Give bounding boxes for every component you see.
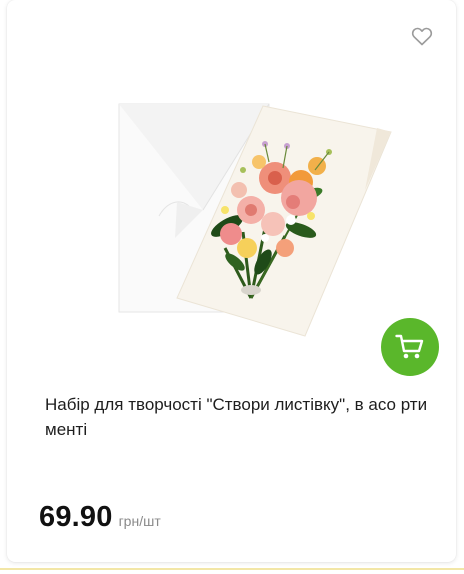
shopping-cart-icon <box>395 334 424 359</box>
price-block: 69.90 грн/шт <box>39 501 161 534</box>
product-title[interactable]: Набір для творчості "Створи листівку", в… <box>45 392 437 442</box>
heart-outline-icon <box>411 27 433 46</box>
price-unit: грн/шт <box>118 513 161 529</box>
product-image[interactable] <box>115 98 397 338</box>
favorite-button[interactable] <box>410 24 434 48</box>
price-value: 69.90 <box>39 501 113 533</box>
card-illustration <box>118 103 392 337</box>
product-page: Набір для творчості "Створи листівку", в… <box>0 0 464 574</box>
product-card[interactable]: Набір для творчості "Створи листівку", в… <box>7 0 456 562</box>
card-divider <box>0 568 464 570</box>
add-to-cart-button[interactable] <box>381 318 439 376</box>
